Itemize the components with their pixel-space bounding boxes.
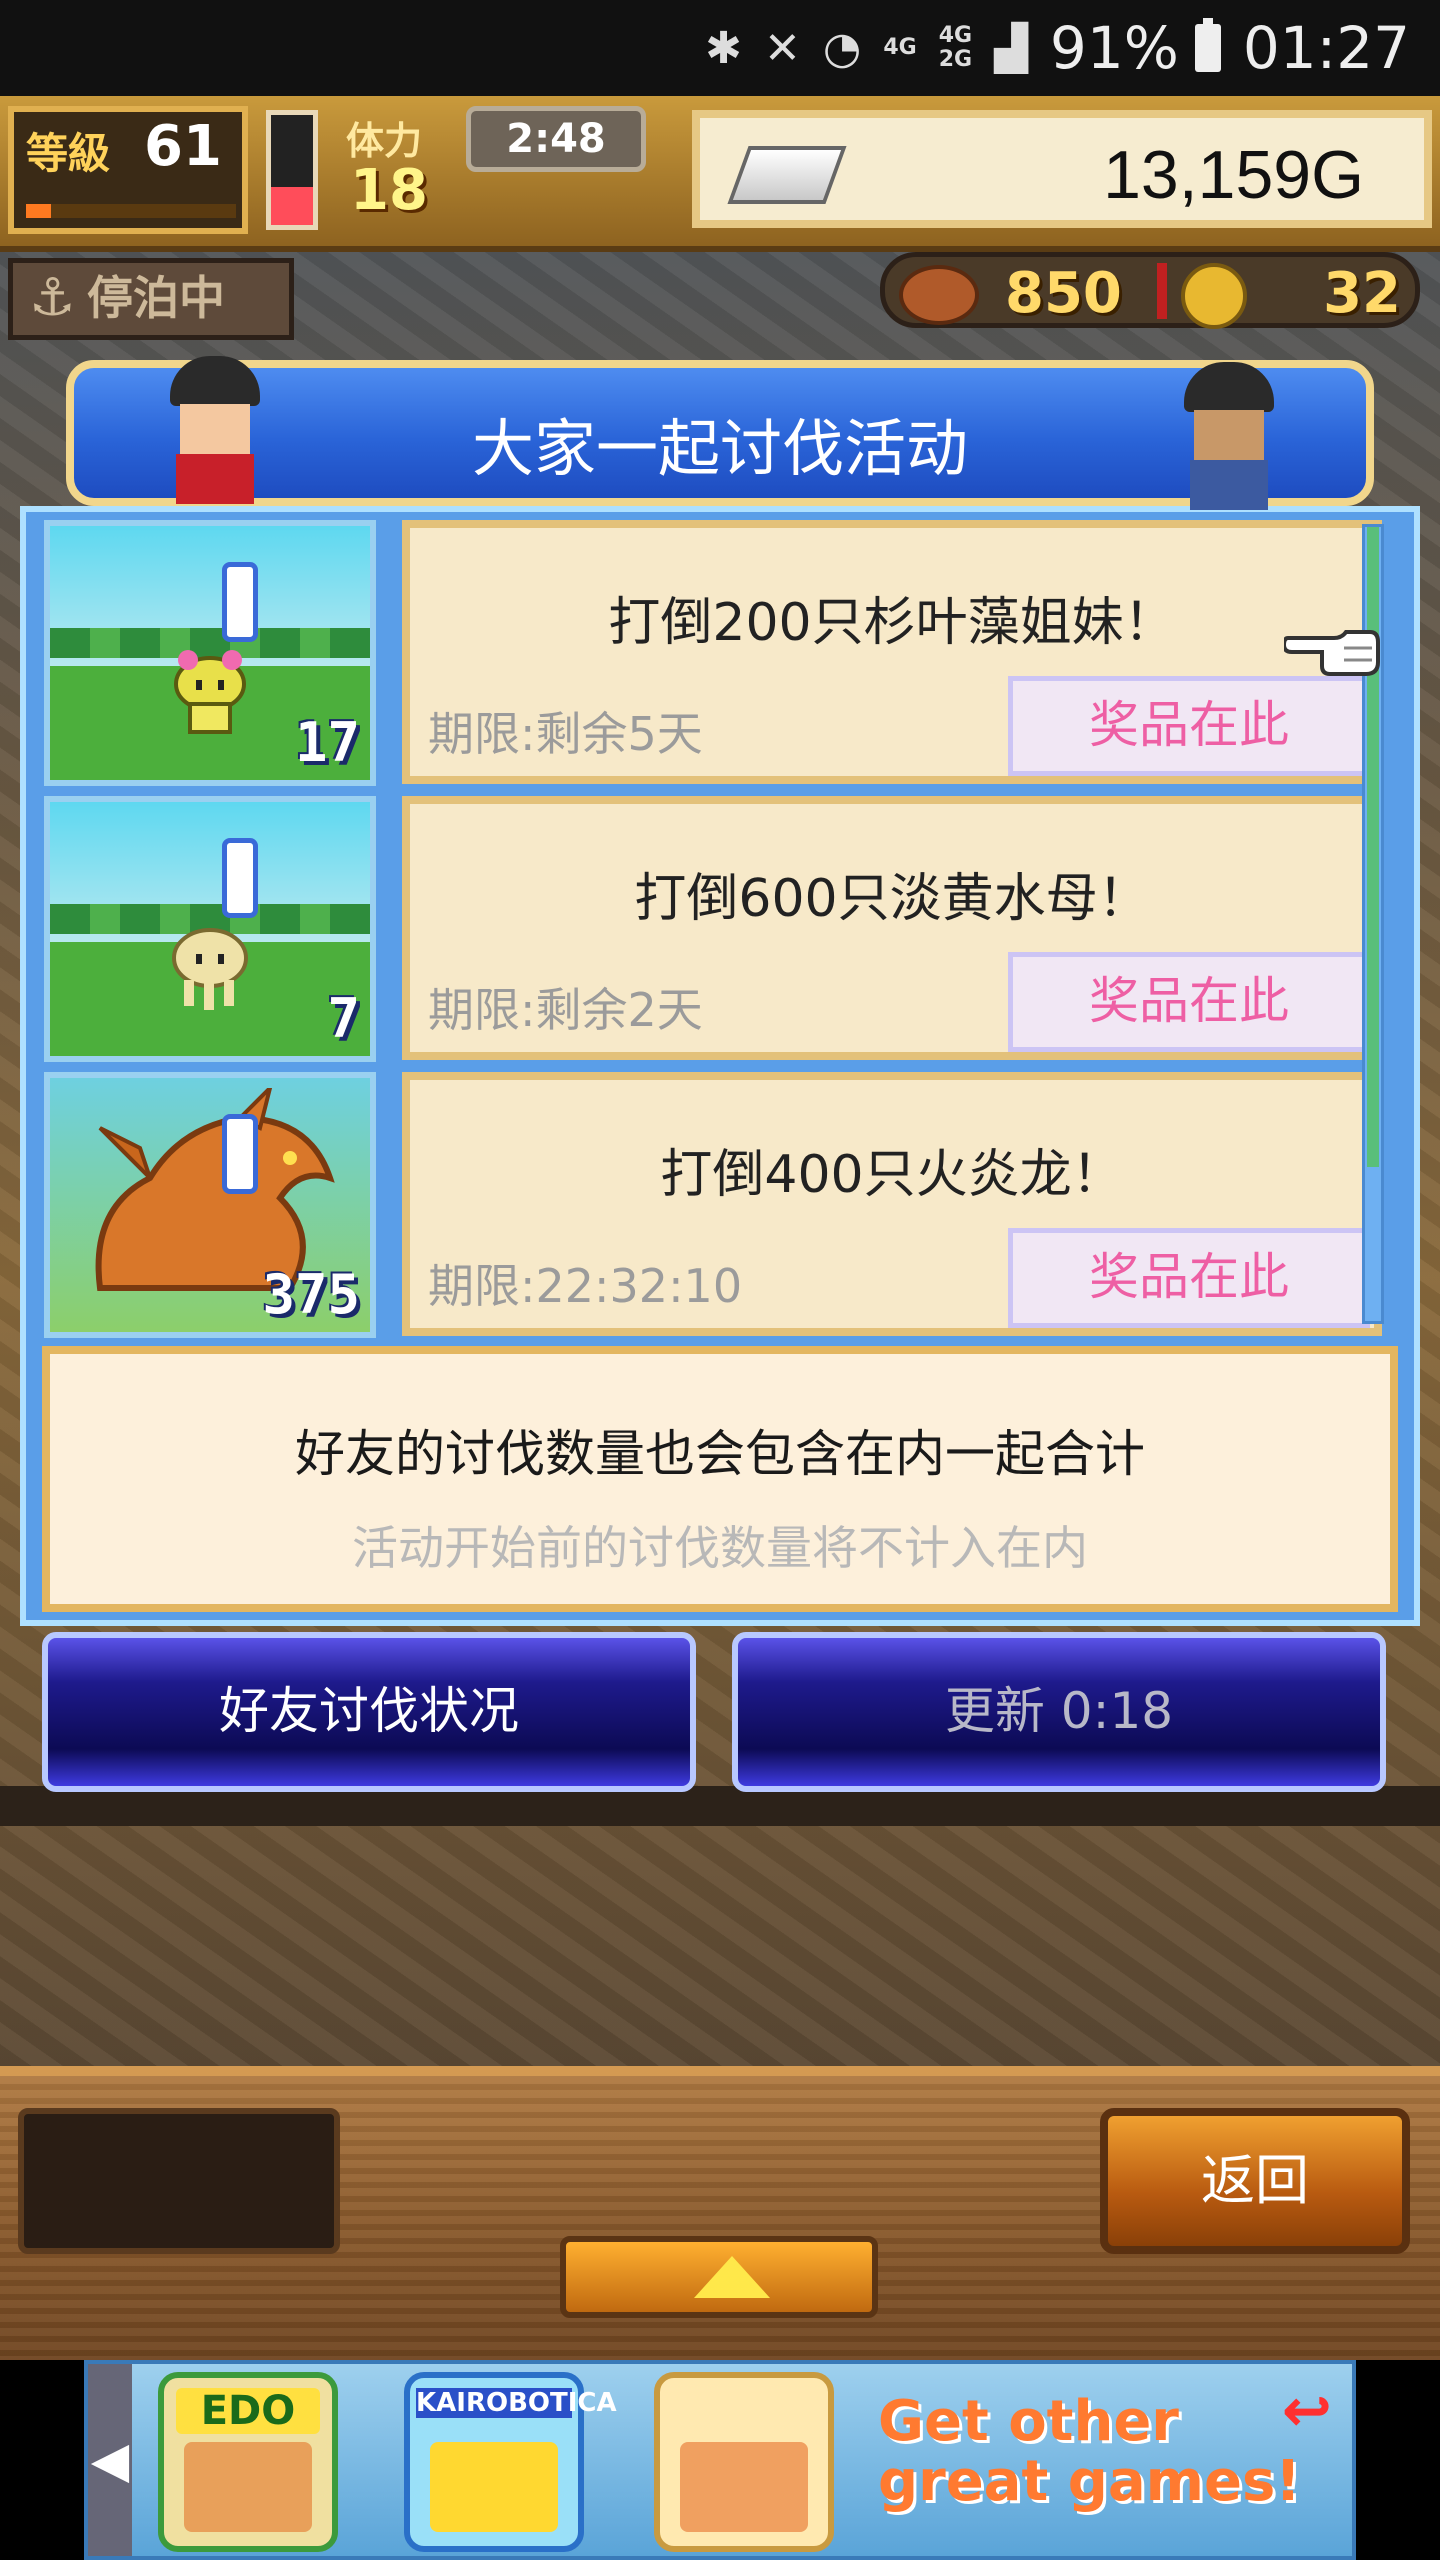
food-value: 850 bbox=[1005, 261, 1122, 326]
level-label: 等級 bbox=[26, 129, 111, 178]
event-card: 打倒400只火炎龙！ 期限:22:32:10 奖品在此 bbox=[402, 1072, 1382, 1336]
top-hud: 等級 61 体力 18 2:48 13,159G bbox=[0, 96, 1440, 252]
resource-divider bbox=[1157, 263, 1167, 319]
ad-app-edo-label: EDO bbox=[176, 2388, 320, 2434]
event-row[interactable]: 375 打倒400只火炎龙！ 期限:22:32:10 奖品在此 bbox=[44, 1072, 1382, 1342]
seaweed-sister-monster-icon bbox=[174, 650, 246, 734]
pirate-girl-mascot-icon bbox=[150, 356, 280, 506]
silver-ingot-icon bbox=[727, 146, 847, 204]
stamina-value: 18 bbox=[350, 158, 428, 223]
event-goal: 打倒600只淡黄水母！ bbox=[634, 869, 1150, 929]
battery-icon bbox=[1194, 18, 1221, 72]
empty-slot bbox=[18, 2108, 340, 2254]
refresh-button[interactable]: 更新 0:18 bbox=[732, 1632, 1386, 1792]
meat-icon bbox=[899, 265, 979, 325]
wifi-icon: ◔ bbox=[822, 22, 862, 74]
bluetooth-icon: ✱ bbox=[705, 22, 743, 74]
up-arrow-icon bbox=[694, 2256, 770, 2298]
resource-bar: 850 32 bbox=[880, 252, 1420, 329]
event-deadline: 期限:剩余2天 bbox=[428, 983, 703, 1037]
event-note: 好友的讨伐数量也会包含在内一起合计 活动开始前的讨伐数量将不计入在内 bbox=[42, 1346, 1398, 1612]
exclamation-icon bbox=[222, 1114, 258, 1194]
kill-count: 17 bbox=[294, 711, 360, 774]
network-type-dual: 4G 2G bbox=[938, 23, 973, 72]
docking-status-label: 停泊中 bbox=[87, 271, 225, 325]
exclamation-icon bbox=[222, 838, 258, 918]
monster-thumbnail: 17 bbox=[44, 520, 376, 786]
event-deadline: 期限:22:32:10 bbox=[428, 1259, 743, 1313]
note-main-text: 好友的讨伐数量也会包含在内一起合计 bbox=[295, 1425, 1145, 1483]
stamina-timer: 2:48 bbox=[466, 106, 646, 172]
gold-display[interactable]: 13,159G bbox=[692, 110, 1432, 228]
monster-thumbnail: 7 bbox=[44, 796, 376, 1062]
ad-prev-arrow-icon[interactable]: ◀ bbox=[88, 2364, 132, 2556]
signal-icon: ▟ bbox=[994, 22, 1028, 74]
prize-button[interactable]: 奖品在此 bbox=[1008, 952, 1370, 1052]
stamina-gauge bbox=[266, 110, 318, 230]
return-arrow-icon: ↩ bbox=[1281, 2376, 1332, 2446]
ad-app-cafe[interactable] bbox=[654, 2372, 834, 2552]
battery-percent: 91% bbox=[1049, 14, 1179, 82]
clock: 01:27 bbox=[1242, 14, 1410, 82]
monster-thumbnail: 375 bbox=[44, 1072, 376, 1338]
level-progress-bar bbox=[26, 204, 236, 218]
pointing-hand-icon bbox=[1284, 630, 1380, 676]
back-button[interactable]: 返回 bbox=[1100, 2108, 1410, 2254]
ad-call-to-action[interactable]: Get other great games! bbox=[878, 2392, 1338, 2512]
ad-app-kairobotica[interactable]: KAIROBOTICA bbox=[404, 2372, 617, 2552]
jellyfish-monster-icon bbox=[172, 928, 248, 1010]
gold-value: 13,159G bbox=[1103, 137, 1364, 213]
note-sub-text: 活动开始前的讨伐数量将不计入在内 bbox=[352, 1521, 1088, 1575]
archer-mascot-icon bbox=[1164, 362, 1294, 512]
ad-app-kairobotica-label: KAIROBOTICA bbox=[416, 2388, 617, 2418]
event-row[interactable]: 17 打倒200只杉叶藻姐妹！ 期限:剩余5天 奖品在此 bbox=[44, 520, 1382, 790]
exclamation-icon bbox=[222, 562, 258, 642]
status-bar: ✱ ✕ ◔ 4G 4G 2G ▟ 91% 01:27 bbox=[0, 0, 1440, 96]
kill-count: 7 bbox=[327, 987, 360, 1050]
docking-status: ⚓ 停泊中 bbox=[8, 258, 294, 340]
ship-deck bbox=[0, 1786, 1440, 1826]
friend-hunt-status-button[interactable]: 好友讨伐状况 bbox=[42, 1632, 696, 1792]
network-type-4g: 4G bbox=[883, 35, 917, 60]
event-goal: 打倒200只杉叶藻姐妹！ bbox=[608, 593, 1176, 653]
event-goal: 打倒400只火炎龙！ bbox=[660, 1145, 1124, 1205]
mute-icon: ✕ bbox=[764, 22, 801, 74]
level-value: 61 bbox=[144, 114, 222, 179]
medal-value: 32 bbox=[1323, 261, 1401, 326]
medal-coin-icon bbox=[1181, 263, 1247, 329]
anchor-icon: ⚓ bbox=[29, 268, 76, 328]
prize-button[interactable]: 奖品在此 bbox=[1008, 676, 1370, 776]
event-row[interactable]: 7 打倒600只淡黄水母！ 期限:剩余2天 奖品在此 bbox=[44, 796, 1382, 1066]
expand-menu-button[interactable] bbox=[560, 2236, 878, 2318]
stamina-label: 体力 bbox=[346, 119, 423, 163]
event-deadline: 期限:剩余5天 bbox=[428, 707, 703, 761]
event-card: 打倒200只杉叶藻姐妹！ 期限:剩余5天 奖品在此 bbox=[402, 520, 1382, 784]
kill-count: 375 bbox=[262, 1263, 360, 1326]
ad-app-edo[interactable]: EDO bbox=[158, 2372, 338, 2552]
prize-button[interactable]: 奖品在此 bbox=[1008, 1228, 1370, 1328]
level-box: 等級 61 bbox=[8, 106, 248, 234]
ad-banner[interactable]: ◀ EDO KAIROBOTICA Get other great games!… bbox=[84, 2360, 1356, 2560]
event-card: 打倒600只淡黄水母！ 期限:剩余2天 奖品在此 bbox=[402, 796, 1382, 1060]
